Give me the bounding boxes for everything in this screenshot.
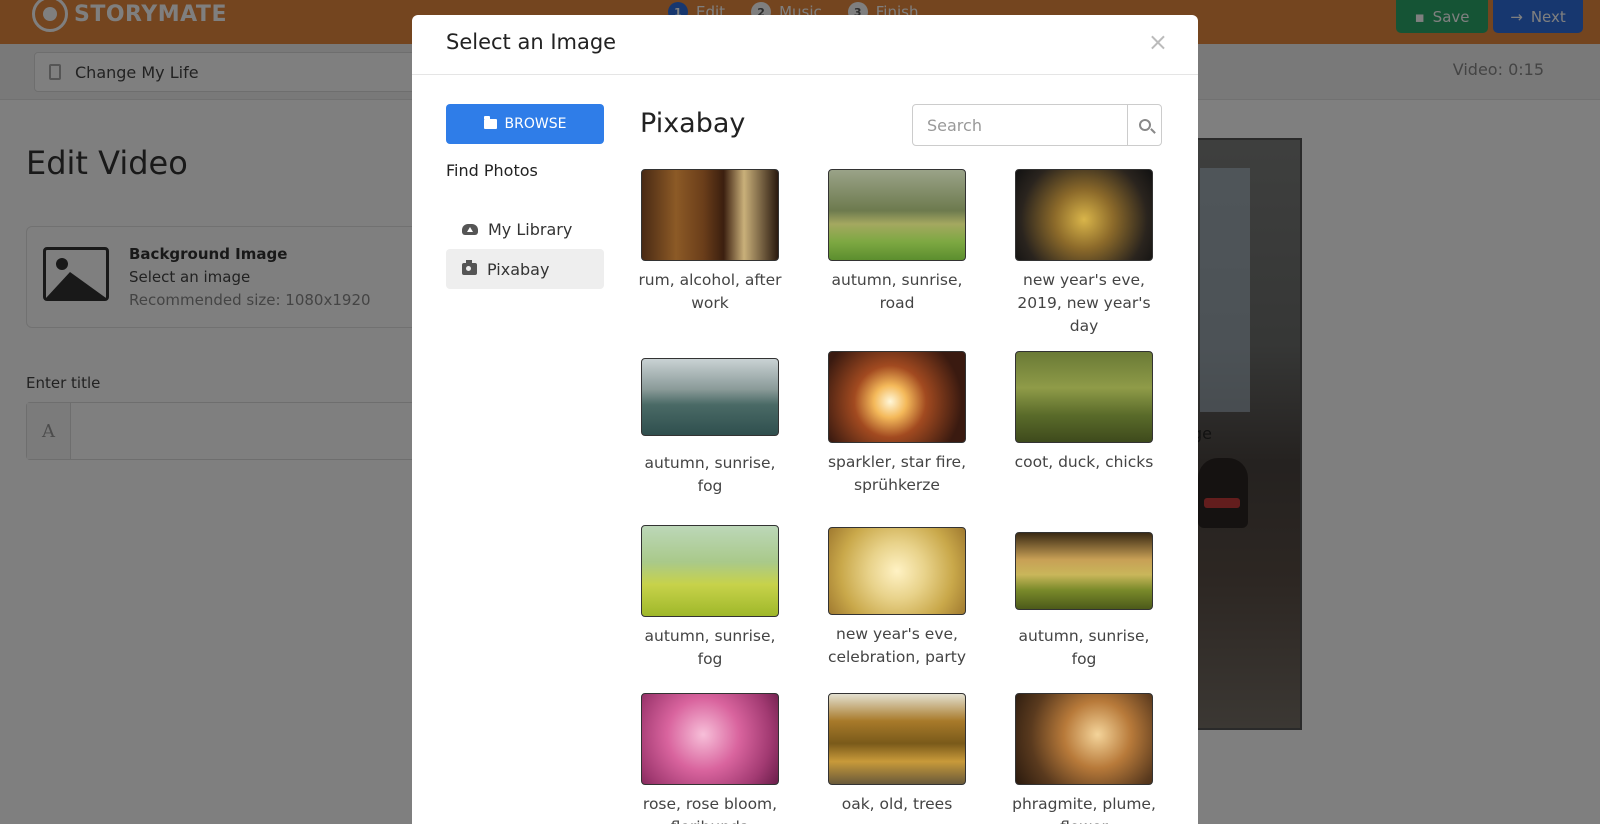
panel-title: Pixabay xyxy=(640,108,746,139)
image-caption: rose, rose bloom, floribunda xyxy=(642,795,778,824)
image-tile[interactable]: rum, alcohol, after work xyxy=(630,169,790,315)
image-tile[interactable]: new year's eve, 2019, new year's day xyxy=(1004,169,1164,338)
image-caption: oak, old, trees xyxy=(841,795,953,813)
image-tile[interactable]: oak, old, trees xyxy=(817,693,977,816)
close-icon[interactable]: × xyxy=(1148,28,1168,56)
image-thumbnail[interactable] xyxy=(641,693,779,785)
image-thumbnail[interactable] xyxy=(828,527,966,615)
browse-label: BROWSE xyxy=(504,116,567,132)
image-caption: phragmite, plume, flower xyxy=(1012,795,1156,824)
browse-button[interactable]: BROWSE xyxy=(446,104,604,144)
image-caption: autumn, sunrise, road xyxy=(831,271,963,312)
image-thumbnail[interactable] xyxy=(828,169,966,261)
image-tile[interactable]: coot, duck, chicks xyxy=(1004,351,1164,474)
search-icon xyxy=(1138,119,1151,131)
image-thumbnail[interactable] xyxy=(641,525,779,617)
image-tile[interactable]: new year's eve, celebration, party xyxy=(817,527,977,669)
image-tile[interactable]: phragmite, plume, flower xyxy=(1004,693,1164,824)
image-tile[interactable]: autumn, sunrise, fog xyxy=(630,358,790,498)
image-tile[interactable]: autumn, sunrise, fog xyxy=(630,525,790,671)
image-tile[interactable]: autumn, sunrise, road xyxy=(817,169,977,315)
image-caption: autumn, sunrise, fog xyxy=(644,454,776,495)
search-input[interactable] xyxy=(913,105,1127,145)
image-thumbnail[interactable] xyxy=(641,358,779,436)
image-caption: new year's eve, celebration, party xyxy=(827,625,967,666)
image-tile[interactable]: sparkler, star fire, sprühkerze xyxy=(817,351,977,497)
search-box xyxy=(912,104,1162,146)
image-thumbnail[interactable] xyxy=(1015,351,1153,443)
search-button[interactable] xyxy=(1127,105,1161,145)
image-thumbnail[interactable] xyxy=(828,351,966,443)
source-pixabay[interactable]: Pixabay xyxy=(446,249,604,289)
image-caption: rum, alcohol, after work xyxy=(638,271,782,312)
source-label: Pixabay xyxy=(487,259,550,279)
image-caption: new year's eve, 2019, new year's day xyxy=(1017,271,1151,335)
modal-title: Select an Image xyxy=(446,30,617,54)
folder-icon xyxy=(483,116,497,129)
find-photos-heading: Find Photos xyxy=(446,161,538,180)
image-caption: coot, duck, chicks xyxy=(1014,453,1154,471)
image-thumbnail[interactable] xyxy=(1015,693,1153,785)
camera-icon xyxy=(462,260,477,275)
image-thumbnail[interactable] xyxy=(1015,532,1153,610)
source-my-library[interactable]: My Library xyxy=(446,209,604,249)
image-caption: autumn, sunrise, fog xyxy=(644,627,776,668)
image-thumbnail[interactable] xyxy=(828,693,966,785)
image-caption: sparkler, star fire, sprühkerze xyxy=(827,453,967,494)
image-thumbnail[interactable] xyxy=(1015,169,1153,261)
image-thumbnail[interactable] xyxy=(641,169,779,261)
image-tile[interactable]: rose, rose bloom, floribunda xyxy=(630,693,790,824)
source-label: My Library xyxy=(488,219,573,239)
select-image-modal: Select an Image × BROWSE Find Photos My … xyxy=(412,15,1198,824)
cloud-upload-icon xyxy=(462,223,478,235)
image-caption: autumn, sunrise, fog xyxy=(1018,627,1150,668)
modal-header: Select an Image × xyxy=(412,15,1198,75)
image-tile[interactable]: autumn, sunrise, fog xyxy=(1004,532,1164,671)
